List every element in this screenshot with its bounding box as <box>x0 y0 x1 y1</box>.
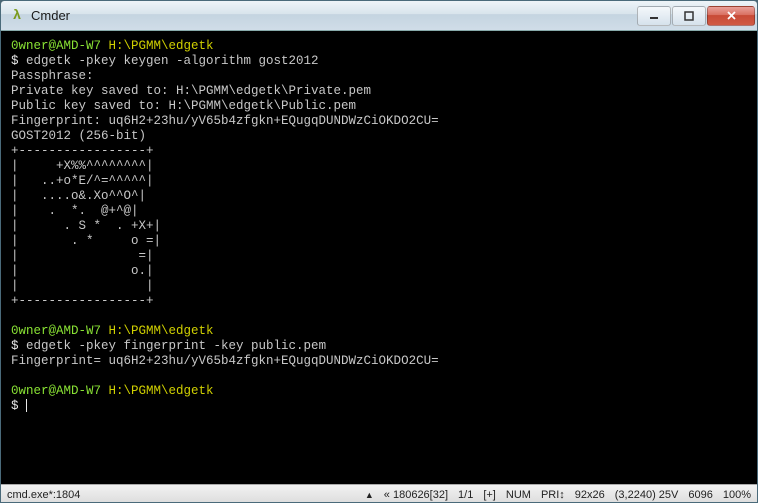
status-segment: 92x26 <box>575 489 605 501</box>
ascii-art-line: | . *. @+^@| <box>11 204 139 218</box>
ascii-art-line: | o.| <box>11 264 154 278</box>
ascii-art-line: +-----------------+ <box>11 144 154 158</box>
ascii-art-line: | ..+o*E/^=^^^^^| <box>11 174 154 188</box>
prompt-path: H:\PGMM\edgetk <box>109 324 214 338</box>
status-segment: [+] <box>483 489 496 501</box>
maximize-button[interactable] <box>672 6 706 26</box>
close-icon <box>726 10 737 21</box>
window-controls <box>636 6 755 26</box>
ascii-art-line: | . * o =| <box>11 234 161 248</box>
output-line: GOST2012 (256-bit) <box>11 129 146 143</box>
minimize-button[interactable] <box>637 6 671 26</box>
prompt-user: 0wner@AMD-W7 <box>11 39 101 53</box>
output-line: Passphrase: <box>11 69 94 83</box>
command-line: edgetk -pkey keygen -algorithm gost2012 <box>26 54 319 68</box>
ascii-art-line: | | <box>11 279 154 293</box>
app-window: λ Cmder 0wner@AMD-W7 H:\PGMM\edgetk $ ed… <box>0 0 758 503</box>
status-segment: PRI↕ <box>541 489 565 501</box>
prompt-symbol: $ <box>11 339 26 353</box>
scroll-up-icon[interactable]: ▲ <box>365 490 374 500</box>
ascii-art-line: | +X%%^^^^^^^^| <box>11 159 154 173</box>
command-line: edgetk -pkey fingerprint -key public.pem <box>26 339 326 353</box>
close-button[interactable] <box>707 6 755 26</box>
minimize-icon <box>649 11 659 21</box>
titlebar[interactable]: λ Cmder <box>1 1 757 31</box>
maximize-icon <box>684 11 694 21</box>
app-icon: λ <box>9 8 25 24</box>
ascii-art-line: +-----------------+ <box>11 294 154 308</box>
prompt-symbol: $ <box>11 399 26 413</box>
output-line: Fingerprint: uq6H2+23hu/yV65b4zfgkn+EQug… <box>11 114 439 128</box>
text-cursor <box>26 399 27 412</box>
status-segment: (3,2240) 25V <box>615 489 679 501</box>
prompt-path: H:\PGMM\edgetk <box>109 384 214 398</box>
ascii-art-line: | . S * . +X+| <box>11 219 161 233</box>
output-line: Public key saved to: H:\PGMM\edgetk\Publ… <box>11 99 356 113</box>
prompt-user: 0wner@AMD-W7 <box>11 324 101 338</box>
ascii-art-line: | =| <box>11 249 154 263</box>
output-line: Private key saved to: H:\PGMM\edgetk\Pri… <box>11 84 371 98</box>
terminal-area[interactable]: 0wner@AMD-W7 H:\PGMM\edgetk $ edgetk -pk… <box>1 31 757 484</box>
prompt-path: H:\PGMM\edgetk <box>109 39 214 53</box>
status-segment: NUM <box>506 489 531 501</box>
window-title: Cmder <box>31 8 636 23</box>
prompt-user: 0wner@AMD-W7 <box>11 384 101 398</box>
status-tab[interactable]: cmd.exe*:1804 <box>7 489 80 501</box>
status-segment: 6096 <box>688 489 712 501</box>
output-line: Fingerprint= uq6H2+23hu/yV65b4zfgkn+EQug… <box>11 354 439 368</box>
status-bar: cmd.exe*:1804 ▲ « 180626[32] 1/1 [+] NUM… <box>1 484 757 503</box>
ascii-art-line: | ....o&.Xo^^O^| <box>11 189 146 203</box>
status-segment: « 180626[32] <box>384 489 448 501</box>
status-segment: 100% <box>723 489 751 501</box>
status-segment: 1/1 <box>458 489 473 501</box>
prompt-symbol: $ <box>11 54 26 68</box>
